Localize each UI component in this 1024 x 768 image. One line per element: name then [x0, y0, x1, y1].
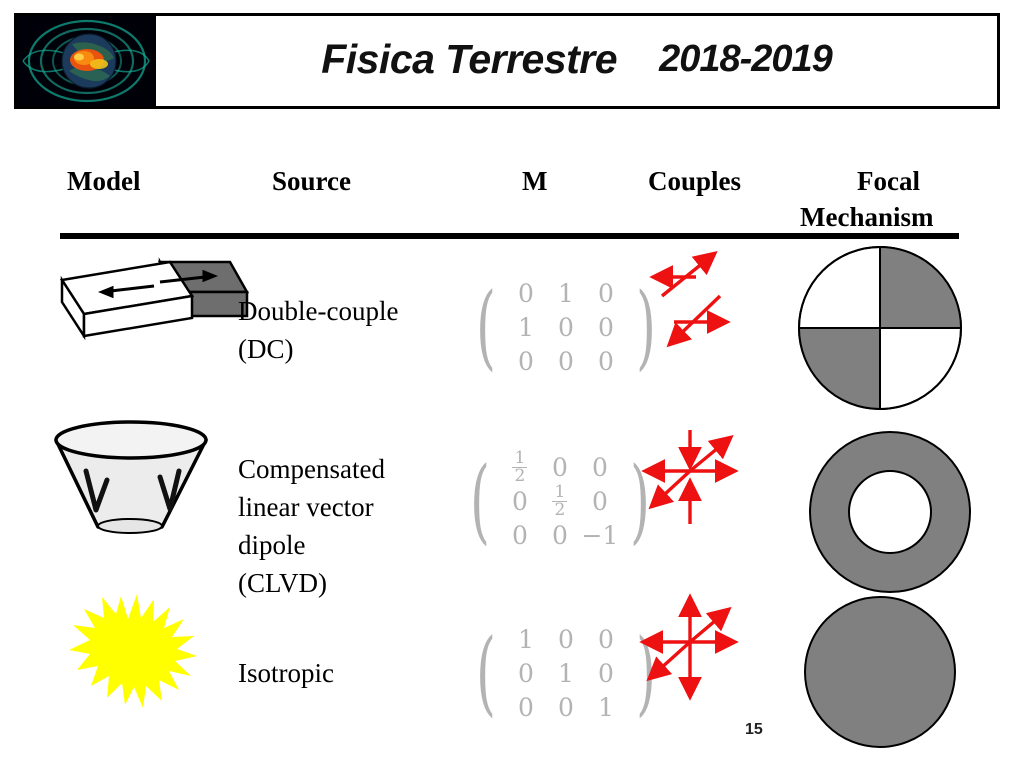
column-header-couples: Couples: [648, 166, 742, 196]
couples-icon-cell-row1: [636, 248, 756, 352]
beachball-full-icon: [804, 596, 956, 748]
couples-icon-cell-row2: [632, 428, 756, 540]
matrix-cell: 0: [511, 520, 528, 550]
matrix-cell: 0: [557, 692, 574, 722]
matrix-cell: 1: [557, 658, 574, 688]
moment-tensor-matrix-row1: ( 0 1 0 1 0 0 0 0 0 ): [468, 278, 664, 376]
matrix-cell: 0: [517, 278, 534, 308]
model-icon-cell-row1: [42, 244, 250, 349]
academic-year: 2018-2019: [659, 37, 833, 80]
source-label-row1: Double-couple (DC): [238, 292, 453, 368]
matrix-cell: 0: [597, 278, 614, 308]
matrix-cell: 0: [517, 346, 534, 376]
beachball-quadrants-icon: [798, 246, 962, 410]
matrix-paren-left-row2: (: [470, 447, 490, 555]
column-header-mechanism: Mechanism: [800, 202, 934, 232]
isotropic-arrows-icon: [639, 593, 739, 701]
matrix-cell: 1: [517, 624, 534, 654]
matrix-cell: 0: [517, 692, 534, 722]
matrix-cell: 0: [597, 346, 614, 376]
matrix-cell-half: 12: [552, 481, 568, 520]
matrix-cell: 0: [557, 624, 574, 654]
source-label-row2-line1: Compensated: [238, 454, 385, 484]
focal-mechanism-cell-row1: [792, 244, 972, 414]
source-label-row3-line1: Isotropic: [238, 658, 334, 688]
column-header-m: M: [522, 166, 548, 196]
matrix-cell: 0: [557, 346, 574, 376]
focal-mechanism-cell-row2: [804, 426, 984, 606]
clvd-arrows-icon: [641, 430, 739, 524]
double-couple-shear-block-icon: [59, 257, 250, 341]
source-label-row3: Isotropic: [238, 654, 453, 692]
moment-tensor-matrix-row2: ( 12 0 0 0 12 0 0 0 −1 ): [462, 447, 658, 555]
model-icon-cell-row2: [44, 414, 224, 539]
matrix-cell: 0: [551, 520, 568, 550]
focal-mechanism-cell-row3: [796, 596, 976, 756]
page-number: 15: [745, 721, 763, 738]
source-label-row2: Compensated linear vector dipole (CLVD): [238, 450, 453, 602]
model-icon-cell-row3: [55, 588, 215, 713]
matrix-cell: 1: [557, 278, 574, 308]
header-divider-rule: [60, 233, 959, 239]
matrix-cell: 0: [517, 658, 534, 688]
isotropic-explosion-star-icon: [69, 594, 197, 708]
matrix-cell: 0: [597, 624, 614, 654]
matrix-cell: 1: [597, 692, 614, 722]
matrix-cell: 0: [551, 452, 568, 482]
banner-title-group: Fisica Terrestre 2018-2019: [156, 16, 997, 106]
matrix-cell: 0: [511, 486, 528, 516]
matrix-cell: 1: [517, 312, 534, 342]
beachball-annulus-icon: [809, 431, 971, 593]
matrix-cell: 0: [597, 658, 614, 688]
column-header-model: Model: [67, 166, 141, 196]
table-header-row: Model Source M Couples Focal Mechanism: [60, 162, 960, 234]
source-label-row2-line3: dipole: [238, 530, 306, 560]
matrix-cell: 0: [557, 312, 574, 342]
source-label-row2-line2: linear vector: [238, 492, 374, 522]
double-couple-arrows-icon: [649, 251, 731, 348]
matrix-cell-half: 12: [512, 447, 528, 486]
column-header-source: Source: [272, 166, 351, 196]
matrix-cell: 0: [591, 486, 608, 516]
earth-magnetic-field-icon: [17, 16, 156, 106]
matrix-cell: 0: [597, 312, 614, 342]
matrix-cell: −1: [581, 520, 619, 550]
source-label-row1-line2: (DC): [238, 334, 294, 364]
clvd-cone-icon: [54, 420, 208, 534]
matrix-paren-left-row3: (: [476, 619, 496, 727]
couples-icon-cell-row3: [632, 593, 758, 716]
column-header-focal: Focal: [857, 166, 920, 196]
source-label-row2-line4: (CLVD): [238, 568, 328, 598]
matrix-paren-left-row1: (: [476, 273, 496, 381]
course-title: Fisica Terrestre: [321, 35, 618, 82]
matrix-cell: 0: [591, 452, 608, 482]
source-label-row1-line1: Double-couple: [238, 296, 399, 326]
slide-header-banner: Fisica Terrestre 2018-2019: [14, 13, 1000, 109]
